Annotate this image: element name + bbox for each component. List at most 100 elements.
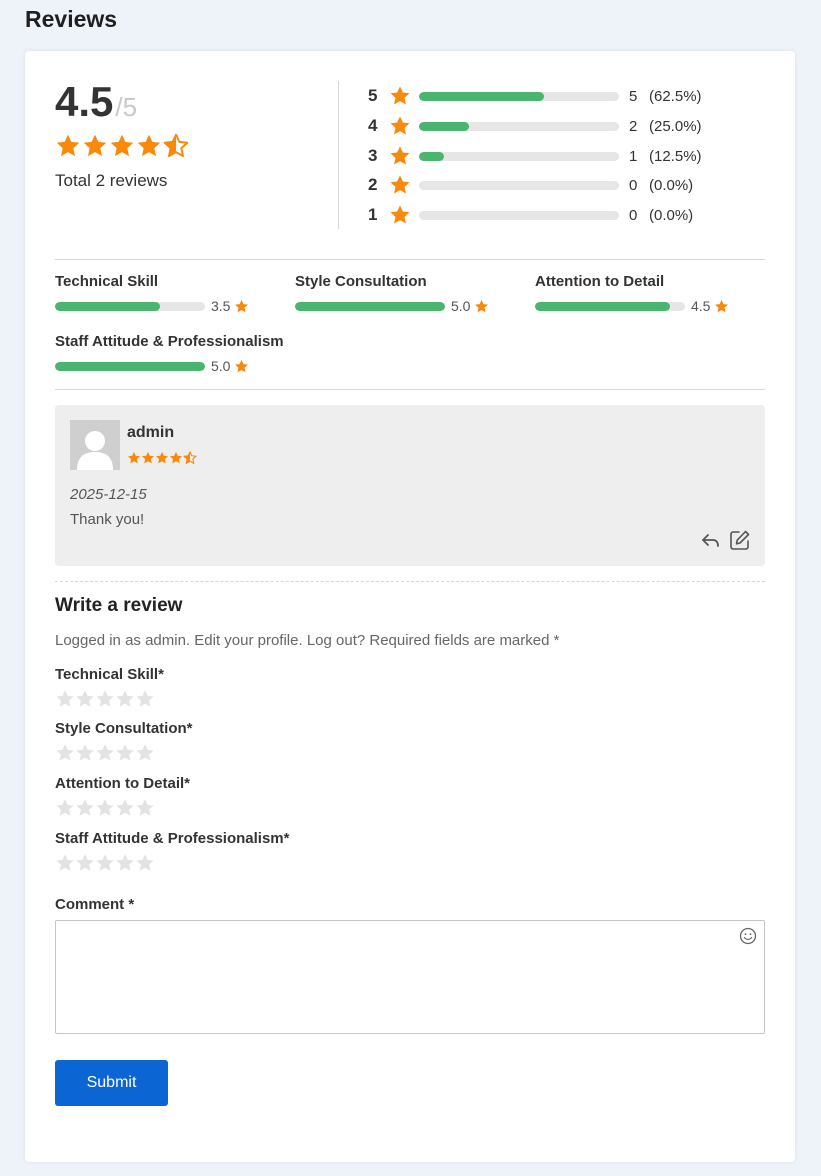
star-icon: [155, 451, 169, 464]
star-icon: [235, 359, 249, 372]
criterion-bar-fill: [55, 301, 160, 311]
average-max: /5: [115, 92, 138, 122]
star-icon: [390, 146, 410, 165]
comment-field[interactable]: [55, 920, 765, 1034]
criterion-rating: Style Consultation 5.0: [295, 273, 489, 314]
comment-label: Comment *: [55, 896, 135, 913]
star-icon: [137, 134, 161, 157]
distribution-percent: (25.0%): [649, 117, 702, 135]
star-icon[interactable]: [55, 743, 75, 763]
rating-input-stars[interactable]: [55, 743, 193, 763]
distribution-count: 2: [629, 117, 638, 135]
star-icon[interactable]: [95, 689, 115, 709]
criterion-label: Technical Skill: [55, 273, 159, 290]
distribution-percent: (12.5%): [649, 147, 702, 165]
star-icon[interactable]: [135, 798, 155, 818]
star-icon: [235, 299, 249, 312]
criterion-bar: [535, 301, 685, 311]
star-icon[interactable]: [55, 798, 75, 818]
rating-input-field: Technical Skill*: [55, 666, 164, 709]
star-icon[interactable]: [95, 798, 115, 818]
star-half-icon: [183, 451, 197, 464]
criterion-bar-fill: [55, 361, 205, 371]
rating-input-stars[interactable]: [55, 689, 164, 709]
rating-input-label: Technical Skill*: [55, 666, 164, 683]
divider: [55, 259, 765, 260]
star-icon[interactable]: [135, 853, 155, 873]
average-stars: [55, 133, 189, 159]
average-score: 4.5: [55, 78, 114, 125]
star-icon[interactable]: [55, 853, 75, 873]
star-icon[interactable]: [75, 798, 95, 818]
star-icon: [475, 299, 489, 312]
distribution-count: 0: [629, 176, 638, 194]
distribution-bar-fill: [419, 91, 544, 101]
rating-input-label: Staff Attitude & Professionalism*: [55, 830, 290, 847]
criterion-label: Style Consultation: [295, 273, 427, 290]
divider: [55, 389, 765, 390]
emoji-icon[interactable]: [739, 927, 757, 945]
average-rating: 4.5/5: [55, 81, 137, 123]
star-icon[interactable]: [95, 853, 115, 873]
star-icon[interactable]: [135, 743, 155, 763]
star-icon: [390, 116, 410, 135]
edit-icon[interactable]: [729, 529, 751, 551]
star-icon[interactable]: [115, 853, 135, 873]
review-author: admin: [127, 424, 175, 441]
distribution-bar: [419, 91, 619, 101]
criterion-value: 5.0: [451, 298, 471, 314]
distribution-bar: [419, 151, 619, 161]
rating-input-field: Style Consultation*: [55, 720, 193, 763]
criterion-rating: Staff Attitude & Professionalism 5.0: [55, 333, 284, 374]
review-item: admin 2025-12-15 Thank you!: [55, 405, 765, 566]
criterion-label: Staff Attitude & Professionalism: [55, 333, 284, 350]
distribution-bar: [419, 121, 619, 131]
rating-input-field: Staff Attitude & Professionalism*: [55, 830, 289, 873]
criterion-bar: [295, 301, 445, 311]
dashed-divider: [55, 581, 765, 582]
rating-distribution-row: 3 1 (12.5%): [368, 145, 702, 167]
star-icon: [390, 205, 410, 224]
distribution-percent: (62.5%): [649, 87, 702, 105]
distribution-count: 0: [629, 206, 638, 224]
star-half-icon: [163, 133, 189, 158]
criterion-label: Attention to Detail: [535, 273, 665, 290]
star-icon[interactable]: [135, 689, 155, 709]
rating-distribution-row: 1 0 (0.0%): [368, 204, 693, 226]
rating-input-label: Attention to Detail*: [55, 775, 190, 792]
star-icon[interactable]: [115, 798, 135, 818]
distribution-percent: (0.0%): [649, 206, 694, 224]
criterion-rating: Attention to Detail 4.5: [535, 273, 729, 314]
review-date: 2025-12-15: [70, 486, 147, 503]
criterion-bar: [55, 361, 205, 371]
star-icon[interactable]: [75, 743, 95, 763]
star-icon[interactable]: [75, 689, 95, 709]
total-reviews: Total 2 reviews: [55, 171, 168, 190]
rating-input-label: Style Consultation*: [55, 720, 193, 737]
star-icon: [715, 299, 729, 312]
star-icon[interactable]: [95, 743, 115, 763]
star-icon[interactable]: [75, 853, 95, 873]
star-icon: [83, 134, 107, 157]
star-icon[interactable]: [115, 743, 135, 763]
submit-button[interactable]: Submit: [55, 1060, 168, 1106]
distribution-bar-fill: [419, 151, 444, 161]
rating-distribution-row: 2 0 (0.0%): [368, 174, 693, 196]
distribution-bar-fill: [419, 121, 469, 131]
rating-input-stars[interactable]: [55, 798, 190, 818]
criterion-bar: [55, 301, 205, 311]
logged-in-notice: Logged in as admin. Edit your profile. L…: [55, 632, 560, 649]
star-icon[interactable]: [115, 689, 135, 709]
criterion-rating: Technical Skill 3.5: [55, 273, 249, 314]
reply-icon[interactable]: [700, 531, 722, 551]
distribution-count: 5: [629, 87, 638, 105]
distribution-bar: [419, 210, 619, 220]
criterion-value: 3.5: [211, 298, 231, 314]
criterion-value: 5.0: [211, 358, 231, 374]
distribution-stars-label: 3: [368, 146, 378, 165]
page-title: Reviews: [25, 6, 118, 32]
star-icon: [56, 134, 80, 157]
criterion-bar-fill: [535, 301, 670, 311]
star-icon[interactable]: [55, 689, 75, 709]
rating-input-stars[interactable]: [55, 853, 289, 873]
